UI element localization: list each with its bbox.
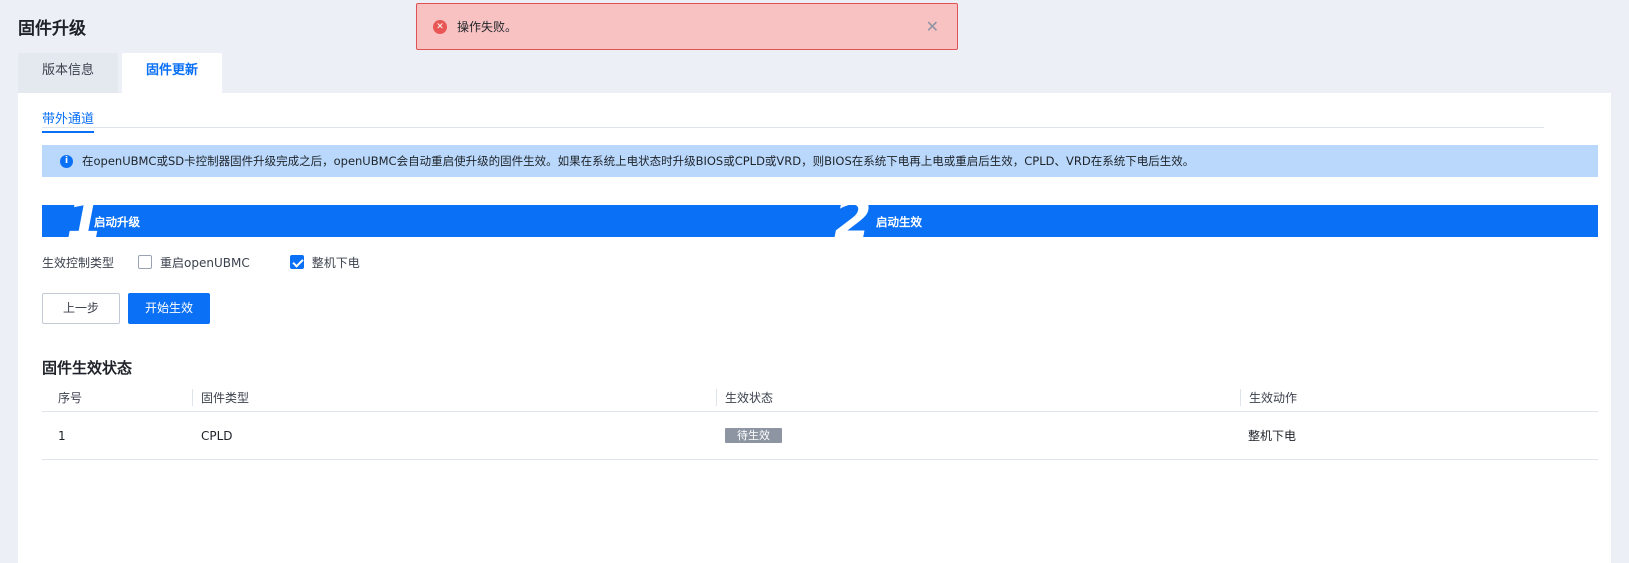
cell-status: 待生效 <box>725 428 782 443</box>
checkbox-restart-openubmc[interactable]: 重启openUBMC <box>138 254 250 271</box>
firmware-update-panel: 带外通道 i 在openUBMC或SD卡控制器固件升级完成之后，openUBMC… <box>18 93 1611 563</box>
page-title: 固件升级 <box>18 19 86 39</box>
tab-bar: 版本信息 固件更新 <box>18 53 226 93</box>
subtab-bar: 带外通道 <box>42 112 1544 133</box>
error-icon: ✕ <box>433 19 447 34</box>
info-text: 在openUBMC或SD卡控制器固件升级完成之后，openUBMC会自动重启使升… <box>82 154 1195 168</box>
cell-action: 整机下电 <box>1248 429 1297 443</box>
cell-index: 1 <box>58 428 66 443</box>
toast-message: 操作失败。 <box>457 20 518 34</box>
step-1-label: 启动升级 <box>94 215 140 229</box>
error-toast: ✕ 操作失败。 ✕ <box>416 3 958 50</box>
tab-version-info[interactable]: 版本信息 <box>18 53 119 93</box>
effect-control-label: 生效控制类型 <box>42 255 115 270</box>
cell-type: CPLD <box>201 428 233 443</box>
column-header-index: 序号 <box>58 390 83 405</box>
info-banner: i 在openUBMC或SD卡控制器固件升级完成之后，openUBMC会自动重启… <box>42 145 1598 177</box>
close-icon[interactable]: ✕ <box>926 17 939 36</box>
step-bar: 1 启动升级 2 启动生效 <box>42 191 1598 249</box>
subtab-out-of-band[interactable]: 带外通道 <box>42 108 95 133</box>
status-badge: 待生效 <box>725 428 782 443</box>
start-effect-button[interactable]: 开始生效 <box>128 293 211 324</box>
section-title: 固件生效状态 <box>42 359 133 377</box>
column-header-action: 生效动作 <box>1240 388 1297 406</box>
checkbox-box-checked[interactable] <box>289 255 304 269</box>
step-2-number: 2 <box>834 188 872 251</box>
action-buttons: 上一步 开始生效 <box>42 293 218 324</box>
checkbox-label: 整机下电 <box>311 255 360 270</box>
column-header-type: 固件类型 <box>192 388 249 406</box>
checkbox-power-off[interactable]: 整机下电 <box>289 254 360 271</box>
step-2-label: 启动生效 <box>876 215 922 229</box>
tab-firmware-update[interactable]: 固件更新 <box>122 53 223 93</box>
effect-control-row: 生效控制类型 重启openUBMC 整机下电 <box>42 253 400 271</box>
checkbox-label: 重启openUBMC <box>160 255 250 270</box>
table-row: 1 CPLD 待生效 整机下电 <box>42 412 1598 460</box>
table-header: 序号 固件类型 生效状态 生效动作 <box>42 383 1598 412</box>
info-icon: i <box>60 154 73 168</box>
prev-step-button[interactable]: 上一步 <box>42 293 121 324</box>
column-header-status: 生效状态 <box>716 388 773 406</box>
status-table: 序号 固件类型 生效状态 生效动作 1 CPLD 待生效 整机下电 <box>42 383 1598 460</box>
checkbox-box[interactable] <box>138 255 153 269</box>
